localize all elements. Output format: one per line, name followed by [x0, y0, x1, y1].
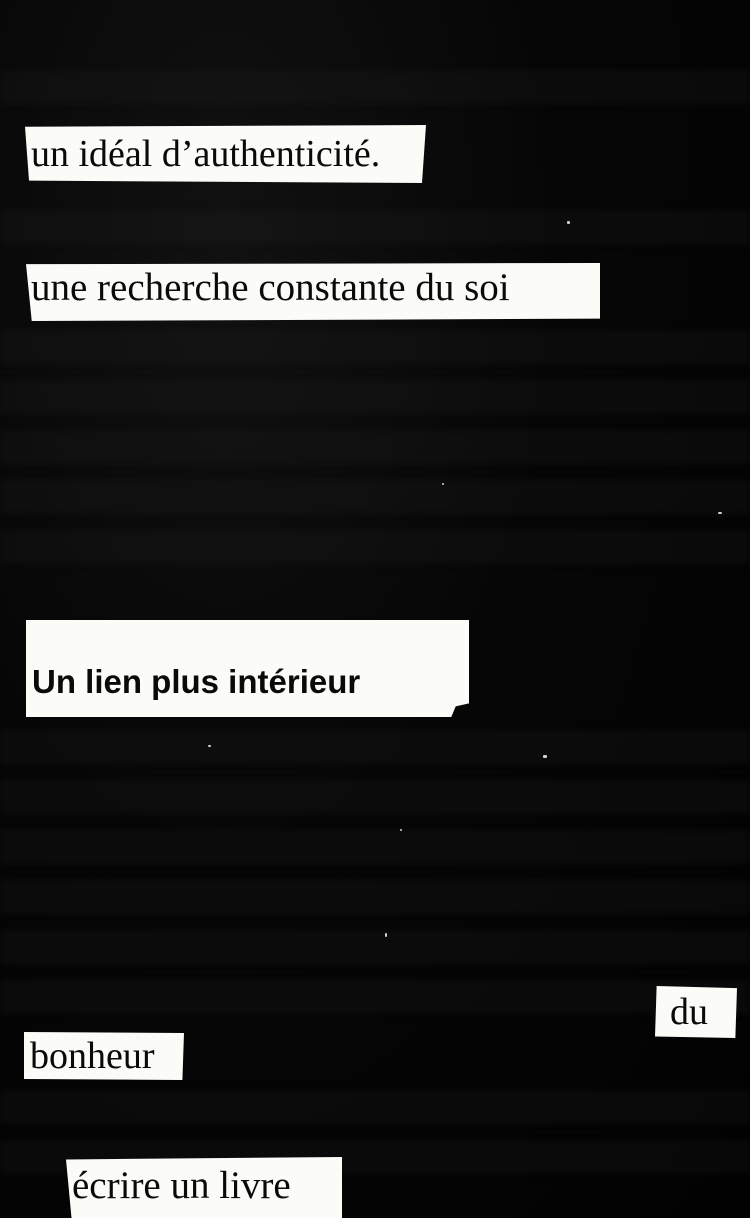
fragment-write-book: écrire un livre — [66, 1157, 342, 1218]
fragment-self-search: une recherche constante du soi — [26, 263, 600, 321]
blackout-poem-page: un idéal d’authenticité. une recherche c… — [0, 0, 750, 1218]
fragment-bonheur: bonheur — [24, 1032, 184, 1080]
fragment-authenticity: un idéal d’authenticité. — [25, 125, 426, 183]
fragment-heading: Un lien plus intérieur — [26, 620, 469, 717]
fragment-du: du — [655, 986, 737, 1038]
